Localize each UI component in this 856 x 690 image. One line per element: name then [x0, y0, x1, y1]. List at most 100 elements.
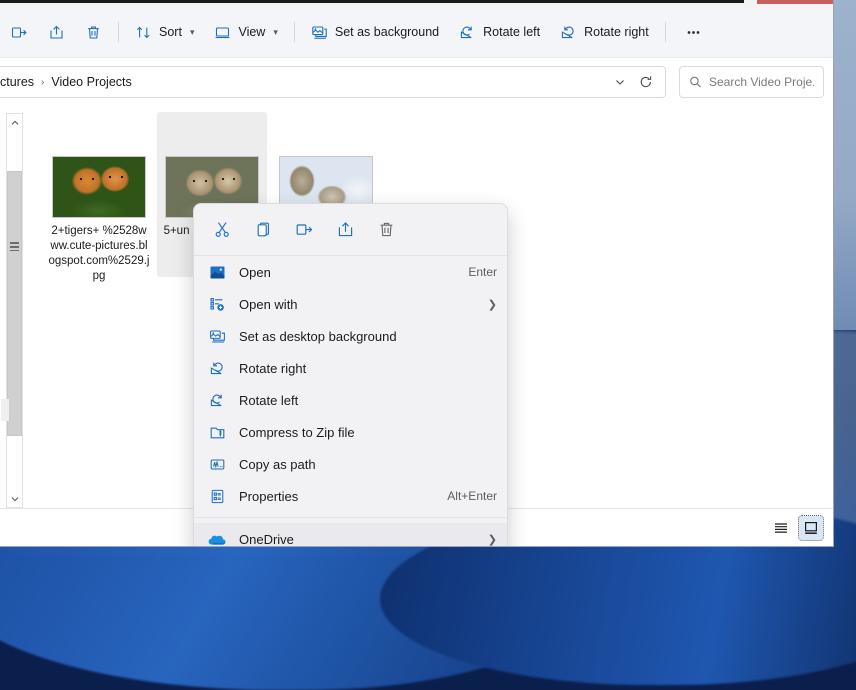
rename-button[interactable] — [2, 16, 37, 48]
delete-button[interactable] — [76, 16, 111, 48]
rename-icon — [296, 224, 312, 235]
breadcrumb-item-video-projects[interactable]: Video Projects — [46, 72, 136, 92]
rotate-right-icon — [560, 24, 577, 41]
scroll-up-arrow-icon[interactable] — [7, 114, 22, 131]
rotate-right-button[interactable]: Rotate right — [551, 16, 658, 48]
menu-item-label: Properties — [239, 488, 299, 504]
context-menu: Open Enter Open with ❯ Set as desktop ba… — [193, 203, 508, 547]
zip-icon — [208, 423, 227, 442]
wallpaper-haze — [833, 0, 856, 330]
share-button[interactable] — [325, 212, 365, 248]
open-with-icon — [208, 295, 227, 314]
onedrive-icon — [208, 530, 227, 547]
copy-button[interactable] — [243, 212, 283, 248]
menu-item-compress-to-zip[interactable]: Compress to Zip file — [194, 416, 507, 448]
menu-item-label: Open with — [239, 296, 298, 312]
scrollbar-thumb[interactable] — [7, 171, 22, 436]
rotate-left-icon — [459, 24, 476, 41]
menu-item-label: Set as desktop background — [239, 328, 397, 344]
tab-strip-edge — [0, 0, 757, 3]
file-name-label: 2+tigers+ %2528www.cute-pictures.blogspo… — [48, 225, 150, 282]
view-icon — [214, 24, 231, 41]
menu-item-open-with[interactable]: Open with ❯ — [194, 288, 507, 320]
rotate-right-label: Rotate right — [584, 24, 649, 39]
menu-item-label: Compress to Zip file — [239, 424, 355, 440]
sort-button[interactable]: Sort ▾ — [126, 16, 203, 48]
set-as-background-button[interactable]: Set as background — [302, 16, 448, 48]
breadcrumb-bar[interactable]: ctures › Video Projects — [0, 66, 666, 98]
menu-item-label: OneDrive — [239, 531, 294, 547]
rotate-right-icon — [208, 359, 227, 378]
menu-item-onedrive[interactable]: OneDrive ❯ — [194, 523, 507, 547]
see-more-button[interactable] — [673, 16, 714, 48]
toolbar-separator — [118, 22, 119, 42]
view-button[interactable]: View ▾ — [205, 16, 286, 48]
set-background-icon — [311, 24, 328, 41]
menu-item-label: Open — [239, 264, 271, 280]
trash-icon — [380, 222, 392, 237]
chevron-down-icon — [616, 80, 624, 85]
menu-item-label: Rotate right — [239, 360, 307, 376]
menu-item-label: Rotate left — [239, 392, 299, 408]
details-view-button[interactable] — [769, 516, 793, 540]
share-icon — [48, 24, 65, 41]
tigers-thumbnail — [52, 156, 146, 218]
sort-label: Sort — [159, 24, 182, 39]
menu-item-label: Copy as path — [239, 456, 316, 472]
properties-icon — [208, 487, 227, 506]
context-menu-icon-row — [194, 204, 507, 256]
rotate-left-label: Rotate left — [483, 24, 541, 39]
sort-icon — [135, 24, 152, 41]
menu-item-accelerator: Enter — [468, 265, 497, 279]
cut-button[interactable] — [202, 212, 242, 248]
caption-gap — [744, 0, 757, 3]
share-icon — [338, 222, 352, 237]
chevron-right-icon: ❯ — [487, 533, 497, 546]
search-icon — [690, 76, 701, 88]
ellipsis-icon — [685, 24, 702, 41]
chevron-right-icon: ❯ — [487, 298, 497, 311]
scrollbar-grip-icon — [10, 242, 19, 251]
menu-item-properties[interactable]: Properties Alt+Enter — [194, 480, 507, 512]
menu-item-open[interactable]: Open Enter — [194, 256, 507, 288]
toolbar-separator — [664, 22, 666, 42]
rename-button[interactable] — [284, 212, 324, 248]
large-icons-view-icon — [804, 521, 818, 534]
set-as-background-label: Set as background — [334, 24, 440, 39]
trash-icon — [85, 24, 102, 41]
navigation-pane-scrollbar[interactable] — [1, 113, 23, 508]
scissors-icon — [215, 222, 229, 237]
breadcrumb-separator-icon: › — [41, 76, 45, 88]
address-dropdown-button[interactable] — [607, 69, 633, 95]
chevron-down-icon: ▾ — [273, 26, 278, 37]
copy-icon — [257, 222, 269, 237]
search-box[interactable]: Search Video Proje... — [679, 66, 824, 98]
menu-item-set-as-desktop-background[interactable]: Set as desktop background — [194, 320, 507, 352]
menu-item-rotate-right[interactable]: Rotate right — [194, 352, 507, 384]
file-item[interactable]: 2+tigers+ %2528www.cute-pictures.blogspo… — [44, 150, 154, 292]
rotate-left-icon — [208, 391, 227, 410]
image-file-icon — [208, 263, 227, 282]
menu-item-rotate-left[interactable]: Rotate left — [194, 384, 507, 416]
large-icons-view-button[interactable] — [798, 514, 824, 541]
scroll-down-arrow-icon[interactable] — [7, 490, 22, 507]
chevron-down-icon: ▾ — [189, 26, 195, 37]
copy-path-icon — [208, 455, 227, 474]
rename-icon — [11, 24, 28, 41]
breadcrumb-item-pictures[interactable]: ctures — [0, 72, 39, 92]
search-input[interactable]: Search Video Proje... — [709, 75, 814, 89]
window-close-button[interactable] — [757, 0, 833, 4]
set-background-icon — [208, 327, 227, 346]
delete-button[interactable] — [366, 212, 406, 248]
share-button[interactable] — [39, 16, 74, 48]
menu-item-accelerator: Alt+Enter — [447, 489, 497, 503]
menu-item-copy-as-path[interactable]: Copy as path — [194, 448, 507, 480]
command-bar: Sort ▾ View ▾ Set as background Rotate l… — [0, 7, 833, 58]
toolbar-separator — [293, 22, 295, 42]
refresh-icon — [640, 76, 652, 88]
list-view-icon — [775, 522, 787, 533]
rotate-left-button[interactable]: Rotate left — [450, 16, 549, 48]
refresh-button[interactable] — [633, 69, 659, 95]
nav-pane-edge — [1, 399, 9, 421]
menu-divider — [194, 517, 507, 518]
